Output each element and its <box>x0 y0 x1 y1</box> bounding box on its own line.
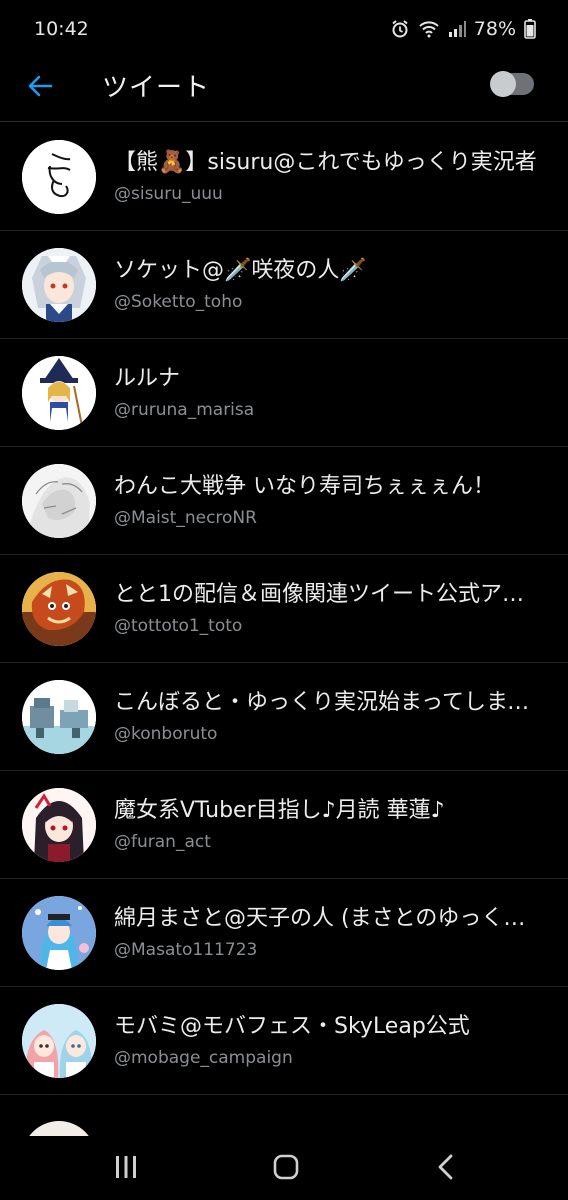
nav-back-icon <box>436 1154 456 1184</box>
arrow-left-icon <box>27 73 53 103</box>
home-icon <box>272 1153 300 1185</box>
user-row[interactable]: とと1の配信＆画像関連ツイート公式アカウント @tottoto1_toto <box>0 555 568 663</box>
display-name: わんこ大戦争 いなり寿司ちぇぇぇん！ <box>114 474 495 499</box>
user-row[interactable]: こんぼると・ゆっくり実況始まってしまった @konboruto <box>0 663 568 771</box>
user-handle: @Maist_necroNR <box>114 508 257 528</box>
recent-apps-button[interactable] <box>106 1154 146 1184</box>
nav-back-button[interactable] <box>426 1154 466 1184</box>
status-icons: 78% <box>390 18 536 40</box>
user-handle: @Masato111723 <box>114 940 258 960</box>
user-row[interactable]: わんこ大戦争 いなり寿司ちぇぇぇん！ @Maist_necroNR <box>0 447 568 555</box>
display-name: 魔女系VTuber目指し♪月読 華蓮♪ <box>114 798 445 823</box>
user-row[interactable]: 魔女系VTuber目指し♪月読 華蓮♪ @furan_act <box>0 771 568 879</box>
avatar[interactable] <box>22 356 96 430</box>
avatar[interactable] <box>22 140 96 214</box>
avatar[interactable] <box>22 464 96 538</box>
recent-apps-icon <box>114 1154 138 1184</box>
status-time: 10:42 <box>34 18 89 40</box>
alarm-icon <box>390 19 410 39</box>
avatar[interactable] <box>22 572 96 646</box>
user-handle: @konboruto <box>114 724 218 744</box>
avatar[interactable] <box>22 248 96 322</box>
user-handle: @ruruna_marisa <box>114 400 255 420</box>
avatar[interactable] <box>22 1121 96 1136</box>
user-handle: @sisuru_uuu <box>114 184 223 204</box>
display-name: 【熊🧸】sisuru@これでもゆっくり実況者 <box>114 150 537 175</box>
user-list: 【熊🧸】sisuru@これでもゆっくり実況者 @sisuru_uuu ソケット@… <box>0 123 568 1095</box>
user-row[interactable]: ソケット@🗡️咲夜の人🗡️ @Soketto_toho <box>0 231 568 339</box>
user-row[interactable]: 【熊🧸】sisuru@これでもゆっくり実況者 @sisuru_uuu <box>0 123 568 231</box>
page-title: ツイート <box>102 73 211 103</box>
toggle-switch[interactable] <box>490 71 534 97</box>
user-handle: @Soketto_toho <box>114 292 243 312</box>
user-row[interactable]: ルルナ @ruruna_marisa <box>0 339 568 447</box>
user-row[interactable]: モバミ@モバフェス・SkyLeap公式 @mobage_campaign <box>0 987 568 1095</box>
home-button[interactable] <box>266 1154 306 1184</box>
back-button[interactable] <box>24 72 56 104</box>
avatar[interactable] <box>22 1004 96 1078</box>
display-name: とと1の配信＆画像関連ツイート公式アカウント <box>114 582 544 607</box>
navigation-bar <box>0 1136 568 1200</box>
app-header: ツイート <box>0 58 568 122</box>
user-row[interactable]: 綿月まさと@天子の人 (まさとのゆっくり実況) @Masato111723 <box>0 879 568 987</box>
display-name: ルルナ <box>114 366 181 391</box>
avatar[interactable] <box>22 788 96 862</box>
avatar[interactable] <box>22 680 96 754</box>
toggle-knob <box>490 71 516 97</box>
display-name: こんぼると・ゆっくり実況始まってしまった <box>114 690 544 715</box>
user-handle: @furan_act <box>114 832 211 852</box>
display-name: ソケット@🗡️咲夜の人🗡️ <box>114 258 367 283</box>
battery-icon <box>524 19 536 39</box>
avatar[interactable] <box>22 896 96 970</box>
signal-icon <box>448 20 466 38</box>
status-bar: 10:42 78% <box>0 0 568 58</box>
user-handle: @mobage_campaign <box>114 1048 293 1068</box>
display-name: 綿月まさと@天子の人 (まさとのゆっくり実況) <box>114 906 544 931</box>
wifi-icon <box>418 20 440 38</box>
display-name: モバミ@モバフェス・SkyLeap公式 <box>114 1014 470 1039</box>
list-item-partial[interactable] <box>0 1104 568 1136</box>
battery-percent: 78% <box>473 18 516 40</box>
user-handle: @tottoto1_toto <box>114 616 243 636</box>
screen: 10:42 78% ツイート 【熊🧸】sisuru@これでもゆっくり実況者 @s… <box>0 0 568 1200</box>
